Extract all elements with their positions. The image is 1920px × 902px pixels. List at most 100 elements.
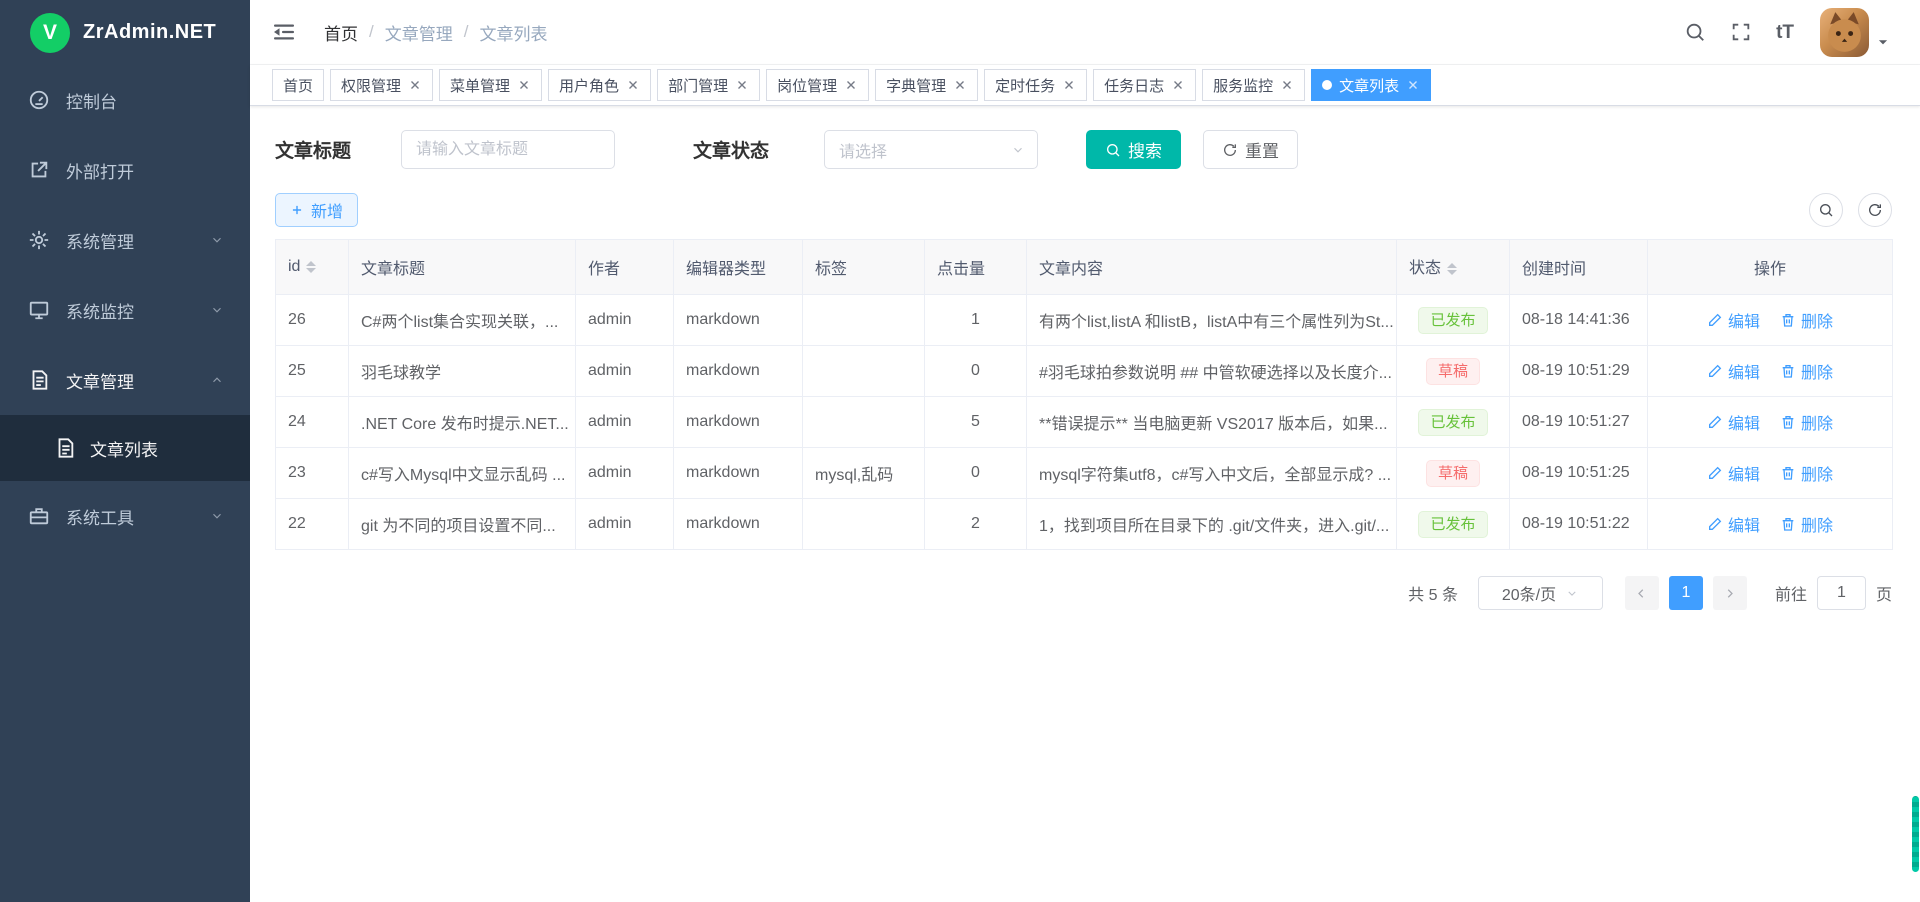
add-button[interactable]: 新增	[275, 193, 358, 227]
fullscreen-icon[interactable]	[1730, 21, 1752, 43]
goto-page-input[interactable]	[1817, 576, 1866, 610]
edit-button[interactable]: 编辑	[1707, 461, 1760, 485]
edit-button[interactable]: 编辑	[1707, 308, 1760, 332]
breadcrumb-item[interactable]: 文章管理	[385, 20, 453, 45]
tab-close-icon[interactable]	[1062, 78, 1076, 92]
cell-id: 25	[276, 346, 349, 397]
cell-created-at: 08-19 10:51:22	[1510, 499, 1648, 550]
tab-item[interactable]: 任务日志	[1093, 69, 1196, 101]
status-badge: 草稿	[1426, 358, 1480, 385]
sidebar-item[interactable]: 控制台	[0, 65, 250, 135]
edit-button[interactable]: 编辑	[1707, 512, 1760, 536]
article-title-input[interactable]	[401, 130, 615, 169]
chevron-down-icon	[210, 303, 224, 317]
delete-button[interactable]: 删除	[1780, 410, 1833, 434]
delete-button[interactable]: 删除	[1780, 308, 1833, 332]
sort-icon[interactable]	[1447, 258, 1457, 280]
column-header[interactable]: id	[276, 240, 349, 295]
edit-icon	[1707, 516, 1723, 532]
cell-status: 已发布	[1397, 499, 1510, 550]
search-icon[interactable]	[1684, 21, 1706, 43]
tab-item[interactable]: 文章列表	[1311, 69, 1431, 101]
cell-id: 24	[276, 397, 349, 448]
tab-close-icon[interactable]	[626, 78, 640, 92]
tab-item[interactable]: 字典管理	[875, 69, 978, 101]
article-status-select[interactable]: 请选择	[824, 130, 1038, 169]
edit-button[interactable]: 编辑	[1707, 410, 1760, 434]
sidebar-item[interactable]: 外部打开	[0, 135, 250, 205]
breadcrumb-separator: /	[369, 22, 374, 42]
tab-item[interactable]: 部门管理	[657, 69, 760, 101]
sidebar-item-label: 外部打开	[66, 158, 224, 183]
sidebar-collapse-icon[interactable]	[272, 20, 296, 44]
tab-item[interactable]: 定时任务	[984, 69, 1087, 101]
breadcrumb-item[interactable]: 首页	[324, 20, 358, 45]
tab-close-icon[interactable]	[408, 78, 422, 92]
delete-button[interactable]: 删除	[1780, 512, 1833, 536]
tab-label: 文章列表	[1339, 75, 1399, 96]
column-header: 点击量	[925, 240, 1027, 295]
document-icon	[54, 437, 76, 459]
tab-close-icon[interactable]	[517, 78, 531, 92]
user-avatar[interactable]	[1820, 8, 1869, 57]
sidebar-item[interactable]: 系统工具	[0, 481, 250, 551]
tab-label: 服务监控	[1213, 75, 1273, 96]
page-size-select[interactable]: 20条/页	[1478, 576, 1603, 610]
table-row: 23c#写入Mysql中文显示乱码 ...adminmarkdownmysql,…	[276, 448, 1893, 499]
cell-title: .NET Core 发布时提示.NET...	[349, 397, 576, 448]
column-header-label: 标签	[815, 261, 847, 278]
sidebar-item[interactable]: 文章管理	[0, 345, 250, 415]
column-header-label: 编辑器类型	[686, 261, 766, 278]
prev-page-button[interactable]	[1625, 576, 1659, 610]
tab-item[interactable]: 首页	[272, 69, 324, 101]
column-header-label: 操作	[1754, 261, 1786, 278]
delete-button[interactable]: 删除	[1780, 359, 1833, 383]
sidebar-subitem[interactable]: 文章列表	[0, 415, 250, 481]
refresh-table-button[interactable]	[1858, 193, 1892, 227]
sort-icon[interactable]	[306, 256, 316, 278]
edit-icon	[1707, 414, 1723, 430]
dashboard-icon	[28, 89, 50, 111]
filter-form: 文章标题 文章状态 请选择 搜索 重置	[275, 130, 1892, 169]
column-header[interactable]: 状态	[1397, 240, 1510, 295]
cell-author: admin	[576, 499, 674, 550]
tab-item[interactable]: 岗位管理	[766, 69, 869, 101]
tab-close-icon[interactable]	[1406, 78, 1420, 92]
font-size-icon[interactable]: tT	[1776, 23, 1794, 42]
toggle-search-button[interactable]	[1809, 193, 1843, 227]
tab-item[interactable]: 菜单管理	[439, 69, 542, 101]
sidebar-item[interactable]: 系统管理	[0, 205, 250, 275]
sort-asc-icon	[306, 256, 316, 266]
table-row: 22git 为不同的项目设置不同...adminmarkdown21，找到项目所…	[276, 499, 1893, 550]
caret-down-icon[interactable]	[1876, 35, 1890, 49]
next-page-button[interactable]	[1713, 576, 1747, 610]
column-header: 作者	[576, 240, 674, 295]
app-logo[interactable]: V ZrAdmin.NET	[0, 0, 250, 65]
articles-table: id文章标题作者编辑器类型标签点击量文章内容状态创建时间操作 26C#两个lis…	[275, 239, 1893, 550]
reset-button[interactable]: 重置	[1203, 130, 1298, 169]
scrollbar-thumb[interactable]	[1912, 796, 1919, 872]
sidebar-subitem-label: 文章列表	[90, 436, 250, 461]
plus-icon	[290, 203, 304, 217]
cell-title: C#两个list集合实现关联，...	[349, 295, 576, 346]
goto-label: 前往	[1775, 581, 1807, 605]
sidebar-item[interactable]: 系统监控	[0, 275, 250, 345]
edit-button[interactable]: 编辑	[1707, 359, 1760, 383]
page-button[interactable]: 1	[1669, 576, 1703, 610]
tab-close-icon[interactable]	[1171, 78, 1185, 92]
tab-close-icon[interactable]	[1280, 78, 1294, 92]
status-badge: 草稿	[1426, 460, 1480, 487]
tab-item[interactable]: 用户角色	[548, 69, 651, 101]
tab-item[interactable]: 权限管理	[330, 69, 433, 101]
cat-avatar-image	[1820, 8, 1869, 57]
tab-close-icon[interactable]	[953, 78, 967, 92]
logo-icon: V	[30, 13, 70, 53]
search-icon	[1818, 202, 1834, 218]
refresh-icon	[1867, 202, 1883, 218]
tab-item[interactable]: 服务监控	[1202, 69, 1305, 101]
tab-close-icon[interactable]	[844, 78, 858, 92]
cell-id: 22	[276, 499, 349, 550]
tab-close-icon[interactable]	[735, 78, 749, 92]
search-button[interactable]: 搜索	[1086, 130, 1181, 169]
delete-button[interactable]: 删除	[1780, 461, 1833, 485]
